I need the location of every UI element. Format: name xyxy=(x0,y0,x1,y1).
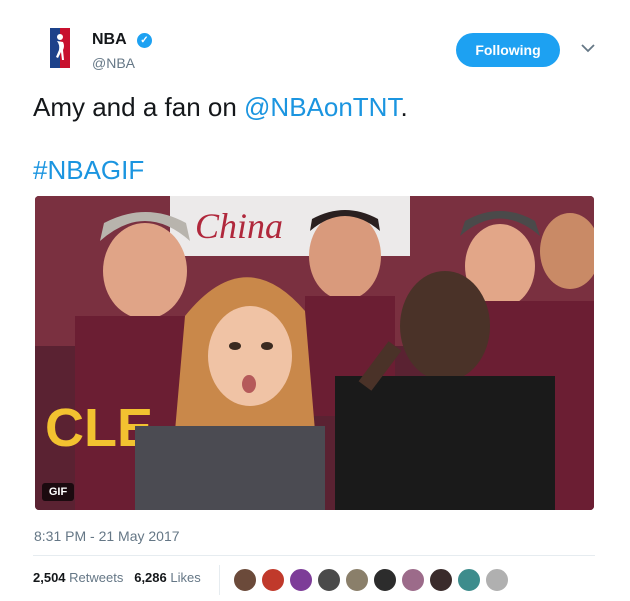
liker-avatar[interactable] xyxy=(457,568,481,592)
liker-avatar[interactable] xyxy=(345,568,369,592)
sign-text: China xyxy=(195,206,283,246)
tweet-text: Amy and a fan on @NBAonTNT. xyxy=(33,92,408,122)
tweet-stats: 2,504 Retweets 6,286 Likes xyxy=(33,570,201,585)
liker-avatar[interactable] xyxy=(233,568,257,592)
tweet-text-before: Amy and a fan on xyxy=(33,92,245,122)
liker-avatar[interactable] xyxy=(401,568,425,592)
hashtag-link[interactable]: #NBAGIF xyxy=(33,155,144,186)
likes-label: Likes xyxy=(170,570,201,585)
liker-avatar[interactable] xyxy=(289,568,313,592)
liker-avatar[interactable] xyxy=(373,568,397,592)
account-handle[interactable]: @NBA xyxy=(92,55,135,71)
tweet-media-gif[interactable]: China CLE xyxy=(35,196,594,510)
liker-avatar[interactable] xyxy=(485,568,509,592)
liker-avatar[interactable] xyxy=(317,568,341,592)
likes-count: 6,286 xyxy=(134,570,167,585)
tweet-timestamp[interactable]: 8:31 PM - 21 May 2017 xyxy=(34,528,180,544)
retweets-stat[interactable]: 2,504 Retweets xyxy=(33,570,123,585)
verified-badge-icon: ✓ xyxy=(137,33,152,48)
following-button[interactable]: Following xyxy=(456,33,560,67)
account-name[interactable]: NBA xyxy=(92,31,127,49)
tweet-text-after: . xyxy=(400,92,408,122)
liker-avatar[interactable] xyxy=(429,568,453,592)
gif-badge: GIF xyxy=(42,483,74,501)
likes-stat[interactable]: 6,286 Likes xyxy=(134,570,201,585)
liker-avatar[interactable] xyxy=(261,568,285,592)
retweets-count: 2,504 xyxy=(33,570,66,585)
mention-link[interactable]: @NBAonTNT xyxy=(244,92,400,122)
nba-logo-avatar[interactable] xyxy=(38,26,82,70)
retweets-label: Retweets xyxy=(69,570,124,585)
divider-top xyxy=(33,555,595,556)
stats-separator xyxy=(219,565,220,595)
chevron-down-icon[interactable] xyxy=(578,38,598,58)
